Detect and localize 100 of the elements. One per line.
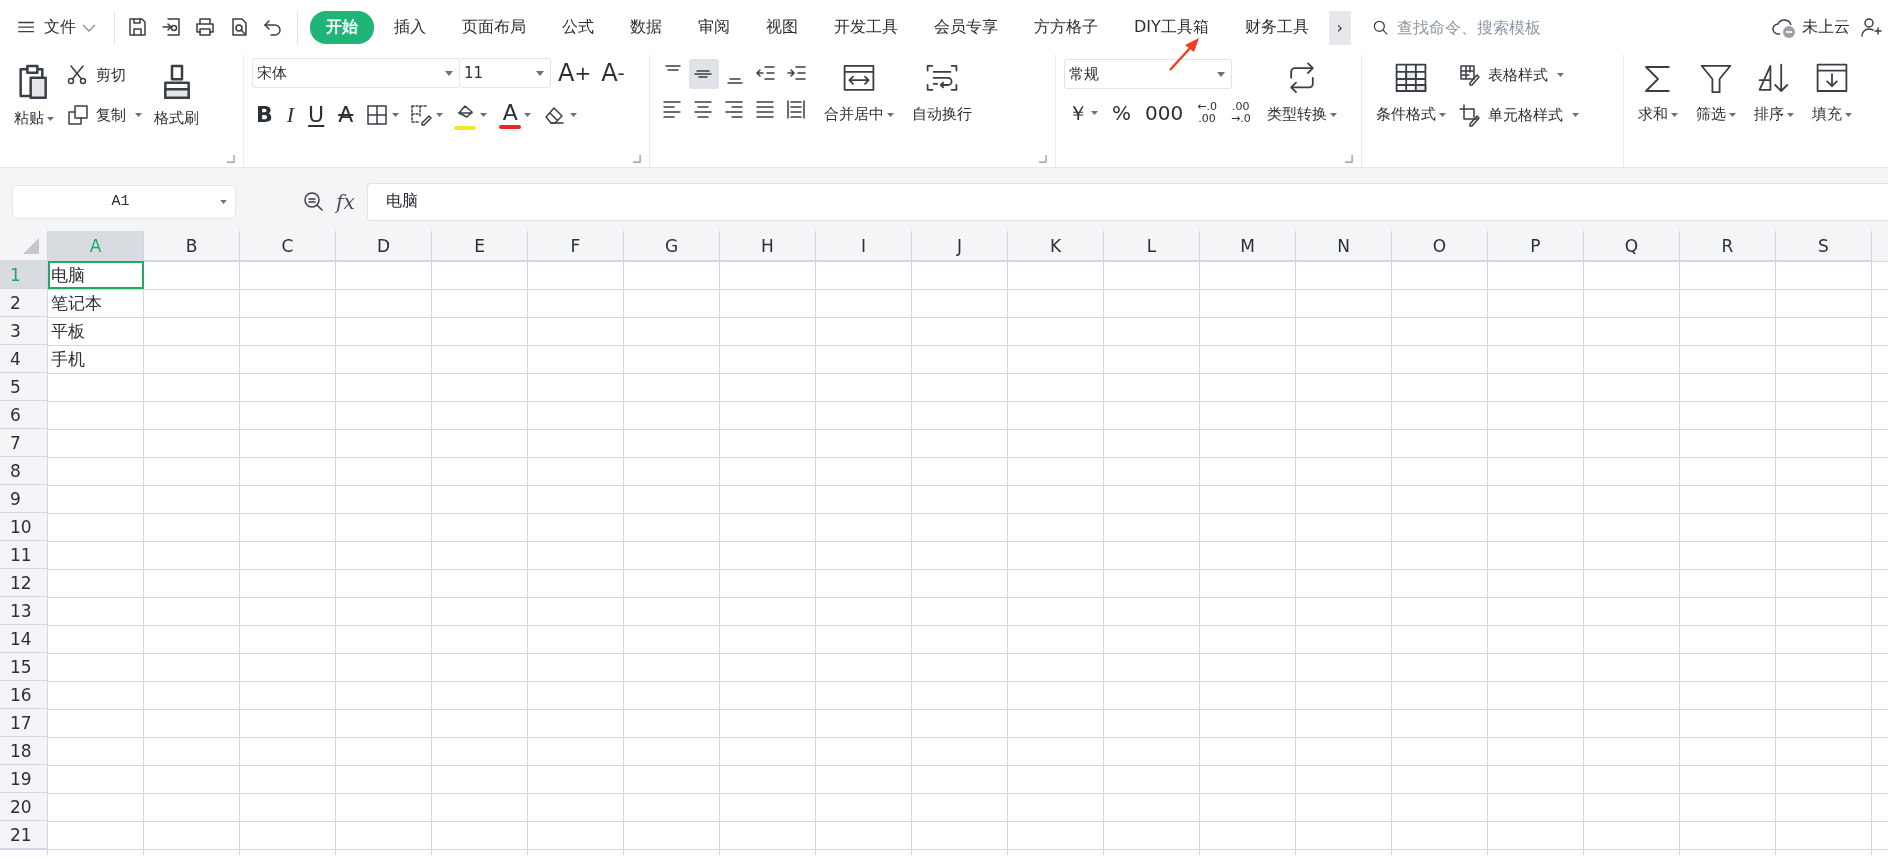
paste-button[interactable]: 粘贴 (8, 59, 60, 130)
caret-icon (1787, 112, 1794, 117)
strike-button[interactable]: A (334, 97, 358, 133)
insert-function-button[interactable]: fx (336, 189, 355, 214)
number-format-button[interactable]: % (1108, 95, 1135, 131)
font-size-dropdown[interactable]: 11 (459, 58, 551, 88)
annotation-arrow (1168, 36, 1202, 72)
row-header[interactable]: 8 (0, 457, 48, 485)
column-header[interactable]: O (1392, 231, 1488, 261)
column-header[interactable]: K (1008, 231, 1104, 261)
ribbon-tab[interactable]: 审阅 (682, 11, 746, 44)
row-header[interactable]: 3 (0, 317, 48, 345)
ribbon-tab[interactable]: 会员专享 (918, 11, 1014, 44)
column-header[interactable]: F (528, 231, 624, 261)
table-cell-text: 笔记本 (50, 291, 103, 315)
ribbon-tab[interactable]: DIY工具箱 (1118, 11, 1225, 44)
table-style-button[interactable]: 表格样式 (1458, 59, 1579, 91)
font-color-button[interactable]: A (495, 97, 536, 133)
row-header[interactable]: 21 (0, 821, 48, 849)
row-header[interactable]: 2 (0, 289, 48, 317)
convert-type-button[interactable]: 类型转换 (1260, 59, 1343, 126)
ribbon-tab[interactable]: 插入 (378, 11, 442, 44)
caret-icon (570, 113, 578, 117)
column-header[interactable]: N (1296, 231, 1392, 261)
column-header[interactable]: D (336, 231, 432, 261)
ribbon-tab[interactable]: 方方格子 (1018, 11, 1114, 44)
number-format-button[interactable]: 000 (1141, 95, 1188, 131)
column-header[interactable]: I (816, 231, 912, 261)
row-header[interactable]: 16 (0, 681, 48, 709)
copy-button[interactable]: 复制 (66, 99, 142, 131)
column-header[interactable]: Q (1584, 231, 1680, 261)
row-header[interactable]: 4 (0, 345, 48, 373)
column-header[interactable]: H (720, 231, 816, 261)
caret-icon (1729, 112, 1736, 117)
row-header[interactable]: 15 (0, 653, 48, 681)
row-header[interactable]: 10 (0, 513, 48, 541)
name-box[interactable]: A1 (12, 184, 236, 219)
ribbon-tab[interactable]: 财务工具 (1228, 11, 1325, 44)
row-header[interactable]: 18 (0, 737, 48, 765)
ribbon-tab[interactable]: 开发工具 (818, 11, 914, 44)
row-header[interactable]: 7 (0, 429, 48, 457)
column-header[interactable]: E (432, 231, 528, 261)
format-painter-button[interactable]: 格式刷 (148, 59, 205, 130)
zoom-formula-button[interactable] (302, 189, 326, 214)
row-header[interactable]: 20 (0, 793, 48, 821)
alignment-button[interactable] (689, 59, 719, 89)
number-format-dropdown[interactable]: 常规 (1064, 59, 1232, 89)
column-header[interactable]: M (1200, 231, 1296, 261)
align-top-icon (665, 65, 681, 71)
column-header[interactable]: J (912, 231, 1008, 261)
cell-style-button[interactable]: 单元格样式 (1458, 99, 1579, 131)
conditional-format-button[interactable]: 条件格式 (1370, 59, 1452, 126)
formula-input[interactable]: 电脑 (366, 182, 1888, 221)
caret-icon (1329, 112, 1337, 117)
ribbon-tab[interactable]: 数据 (614, 11, 678, 44)
number-format-button[interactable]: ←.0 .00 (1193, 95, 1221, 131)
font-name-dropdown[interactable]: 宋体 (252, 58, 460, 88)
column-header[interactable]: G (624, 231, 720, 261)
row-header[interactable]: 11 (0, 541, 48, 569)
row-header[interactable]: 12 (0, 569, 48, 597)
bold-button[interactable]: B (252, 97, 277, 133)
sum-button[interactable]: 求和 (1632, 59, 1684, 126)
row-header[interactable]: 13 (0, 597, 48, 625)
caret-icon (1671, 112, 1678, 117)
row-header[interactable]: 19 (0, 765, 48, 793)
column-header[interactable]: R (1680, 231, 1776, 261)
column-header[interactable]: C (240, 231, 336, 261)
italic-button[interactable]: I (282, 97, 299, 133)
more-tabs-button[interactable]: › (1328, 10, 1351, 45)
underline-button[interactable]: U (304, 97, 329, 133)
caret-icon (1572, 113, 1579, 117)
row-header[interactable]: 5 (0, 373, 48, 401)
row-header[interactable]: 6 (0, 401, 48, 429)
caret-icon (392, 113, 400, 117)
wrap-text-button[interactable]: 自动换行 (906, 59, 978, 126)
caret-icon (1557, 73, 1564, 77)
filter-button[interactable]: 筛选 (1690, 59, 1742, 126)
ribbon-tab[interactable]: 页面布局 (446, 11, 542, 44)
number-format-button[interactable]: ￥ (1064, 95, 1102, 131)
cut-button[interactable]: 剪切 (66, 59, 142, 91)
ribbon-tab[interactable]: 公式 (546, 11, 610, 44)
row-header[interactable]: 17 (0, 709, 48, 737)
cloud-status-button[interactable]: 未上云 (1772, 16, 1850, 39)
merge-center-button[interactable]: 合并居中 (818, 59, 900, 126)
row-header[interactable]: 14 (0, 625, 48, 653)
dropdown-arrow-icon (445, 70, 453, 76)
column-header[interactable]: P (1488, 231, 1584, 261)
zoom-icon (302, 189, 326, 214)
column-header[interactable]: L (1104, 231, 1200, 261)
sort-button[interactable]: 排序 (1748, 59, 1800, 126)
row-header[interactable]: 9 (0, 485, 48, 513)
column-header[interactable]: B (144, 231, 240, 261)
column-header[interactable]: S (1776, 231, 1872, 261)
borders-icon (365, 103, 390, 127)
ribbon-tab[interactable]: 视图 (750, 11, 814, 44)
search-field[interactable]: 查找命令、搜索模板 (1370, 17, 1589, 38)
dropdown-arrow-icon (1217, 71, 1225, 77)
fill-button[interactable]: 填充 (1806, 59, 1858, 126)
number-format-button[interactable]: .00 →.0 (1226, 95, 1255, 131)
file-menu-button[interactable]: 文件 (16, 16, 108, 39)
